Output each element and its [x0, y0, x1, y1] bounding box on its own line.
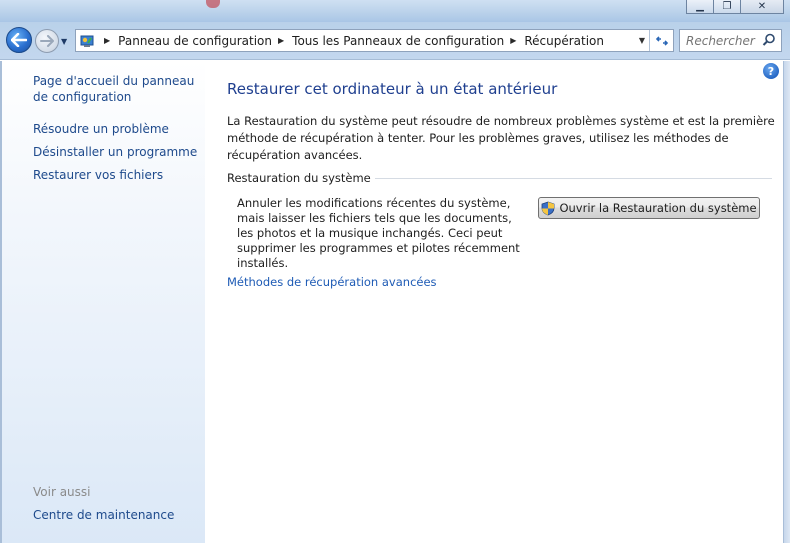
close-button[interactable]: ✕: [740, 0, 784, 14]
chevron-right-icon: ▶: [278, 36, 285, 45]
recent-pages-dropdown[interactable]: ▼: [61, 37, 67, 46]
minimize-button[interactable]: ▁: [686, 0, 714, 14]
minimize-icon: ▁: [696, 0, 704, 12]
back-button[interactable]: [6, 27, 32, 53]
chevron-down-icon: ▼: [638, 36, 645, 45]
search-box[interactable]: [679, 29, 782, 52]
navigation-bar: ▼ ▶ Panneau de configuration ▶ Tous les …: [0, 22, 790, 60]
breadcrumb-item[interactable]: ▶ Panneau de configuration: [98, 34, 272, 48]
uac-shield-icon: [541, 201, 555, 216]
breadcrumb-label: Panneau de configuration: [118, 33, 272, 48]
maximize-button[interactable]: ❐: [713, 0, 741, 14]
system-restore-group-header: Restauration du système: [227, 171, 772, 185]
window-controls: ▁ ❐ ✕: [686, 0, 784, 14]
sidebar-link-action-center[interactable]: Centre de maintenance: [33, 507, 201, 523]
sidebar-link-uninstall-program[interactable]: Désinstaller un programme: [33, 144, 201, 160]
main-content: ? Restaurer cet ordinateur à un état ant…: [205, 61, 783, 543]
window-right-border: [783, 61, 790, 543]
sidebar-link-restore-files[interactable]: Restaurer vos fichiers: [33, 167, 201, 183]
system-restore-description: Annuler les modifications récentes du sy…: [237, 196, 520, 270]
chevron-right-icon: ▶: [510, 36, 517, 45]
search-icon[interactable]: [762, 33, 776, 47]
advanced-recovery-link[interactable]: Méthodes de récupération avancées: [227, 275, 437, 289]
control-panel-icon: [76, 30, 98, 51]
title-bar: ▁ ❐ ✕: [0, 0, 790, 22]
intro-text: La Restauration du système peut résoudre…: [227, 114, 775, 162]
search-input[interactable]: [686, 33, 766, 48]
group-divider: [374, 177, 772, 179]
address-history-dropdown[interactable]: ▼: [639, 30, 645, 51]
sidebar-link-troubleshoot[interactable]: Résoudre un problème: [33, 121, 201, 137]
sidebar-link-control-panel-home[interactable]: Page d'accueil du panneau de configurati…: [33, 73, 201, 105]
breadcrumb-label: Récupération: [524, 33, 605, 48]
maximize-icon: ❐: [722, 0, 732, 12]
refresh-button[interactable]: [649, 30, 673, 51]
open-system-restore-button[interactable]: Ouvrir la Restauration du système: [538, 197, 760, 219]
close-icon: ✕: [757, 0, 767, 12]
forward-arrow-icon: [40, 35, 54, 47]
task-pane: Page d'accueil du panneau de configurati…: [0, 61, 205, 543]
address-bar[interactable]: ▶ Panneau de configuration ▶ Tous les Pa…: [75, 29, 674, 52]
page-title: Restaurer cet ordinateur à un état antér…: [227, 80, 558, 98]
forward-button[interactable]: [35, 29, 59, 53]
restore-button-label: Ouvrir la Restauration du système: [559, 201, 757, 215]
breadcrumb-item[interactable]: ▶ Récupération: [504, 34, 604, 48]
back-arrow-icon: [11, 33, 27, 47]
help-icon[interactable]: ?: [763, 63, 779, 79]
breadcrumb-label: Tous les Panneaux de configuration: [292, 33, 505, 48]
chevron-down-icon: ▼: [61, 37, 68, 46]
chevron-right-icon: ▶: [104, 36, 111, 45]
refresh-icon: [655, 35, 668, 46]
group-title: Restauration du système: [227, 171, 371, 185]
title-bar-artifact: [206, 0, 220, 8]
see-also-header: Voir aussi: [33, 485, 91, 499]
breadcrumb-item[interactable]: ▶ Tous les Panneaux de configuration: [272, 34, 504, 48]
